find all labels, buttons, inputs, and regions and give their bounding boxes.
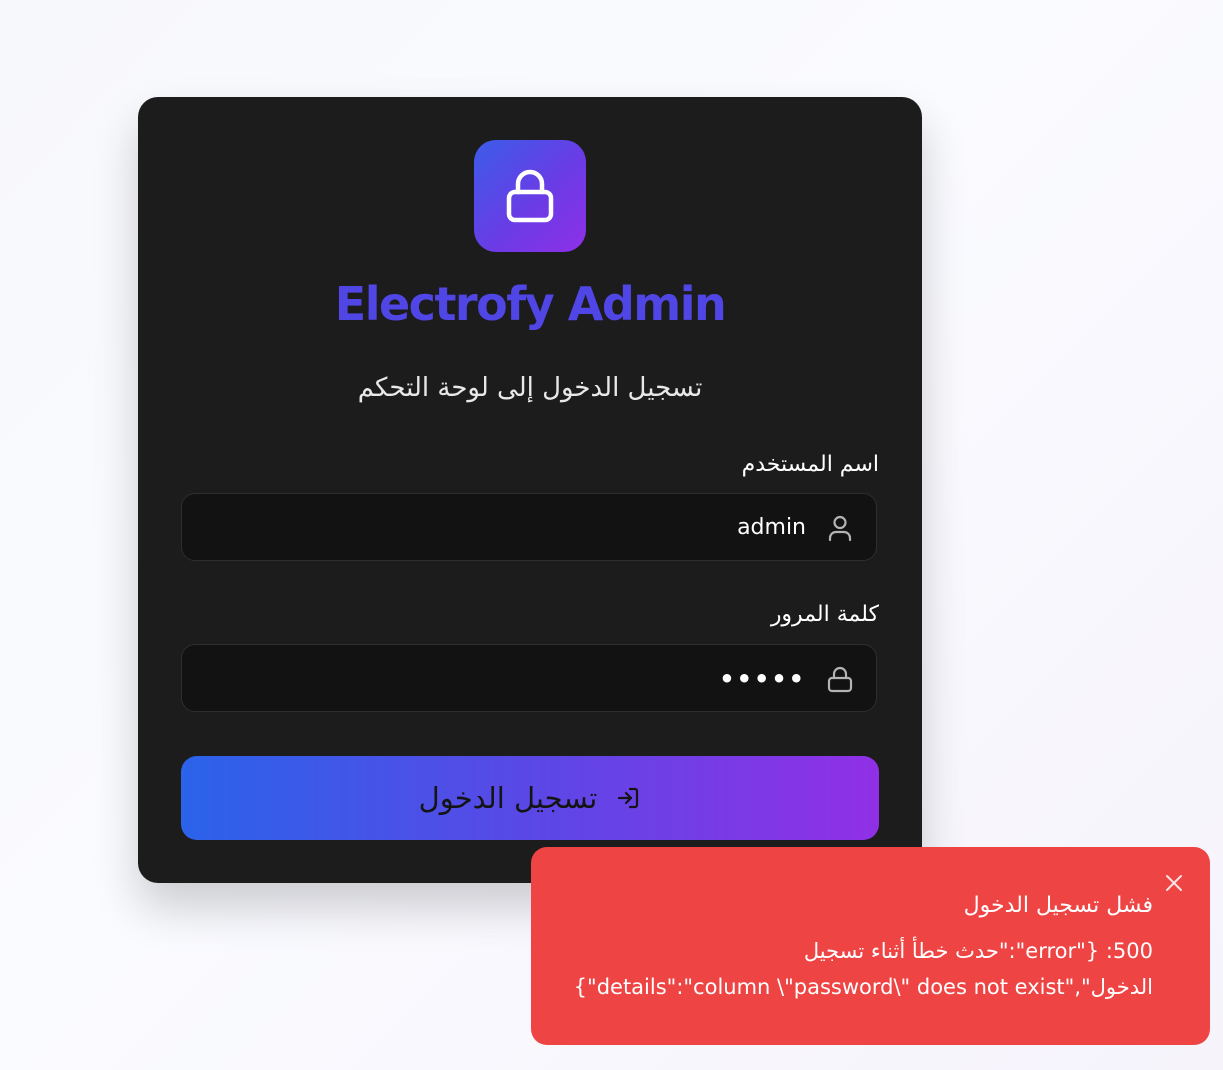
password-label: كلمة المرور: [770, 602, 879, 627]
login-button[interactable]: تسجيل الدخول: [181, 756, 879, 840]
login-card: Electrofy Admin تسجيل الدخول إلى لوحة ال…: [138, 97, 922, 883]
lock-icon: [506, 169, 554, 223]
logo-badge: [474, 140, 586, 252]
username-field[interactable]: admin: [181, 493, 877, 561]
user-icon: [828, 515, 852, 542]
app-title: Electrofy Admin: [334, 277, 727, 331]
close-icon[interactable]: [1164, 873, 1184, 893]
password-value[interactable]: •••••: [719, 645, 806, 713]
page-subtitle: تسجيل الدخول إلى لوحة التحكم: [357, 373, 703, 403]
toast-message: 500: {"error":"حدث خطأ أثناء تسجيل الدخو…: [553, 933, 1153, 1005]
username-label: اسم المستخدم: [741, 452, 879, 477]
sign-in-icon: [618, 787, 639, 809]
toast-title: فشل تسجيل الدخول: [963, 893, 1153, 918]
username-value[interactable]: admin: [737, 494, 806, 562]
login-button-label: تسجيل الدخول: [418, 781, 598, 815]
password-field[interactable]: •••••: [181, 644, 877, 712]
lock-icon: [827, 666, 853, 693]
toast-message-line: 500: {"error":"حدث خطأ أثناء تسجيل: [803, 939, 1153, 963]
error-toast: فشل تسجيل الدخول 500: {"error":"حدث خطأ …: [531, 847, 1210, 1045]
toast-message-line: الدخول","details":"column \"password\" d…: [573, 975, 1153, 999]
